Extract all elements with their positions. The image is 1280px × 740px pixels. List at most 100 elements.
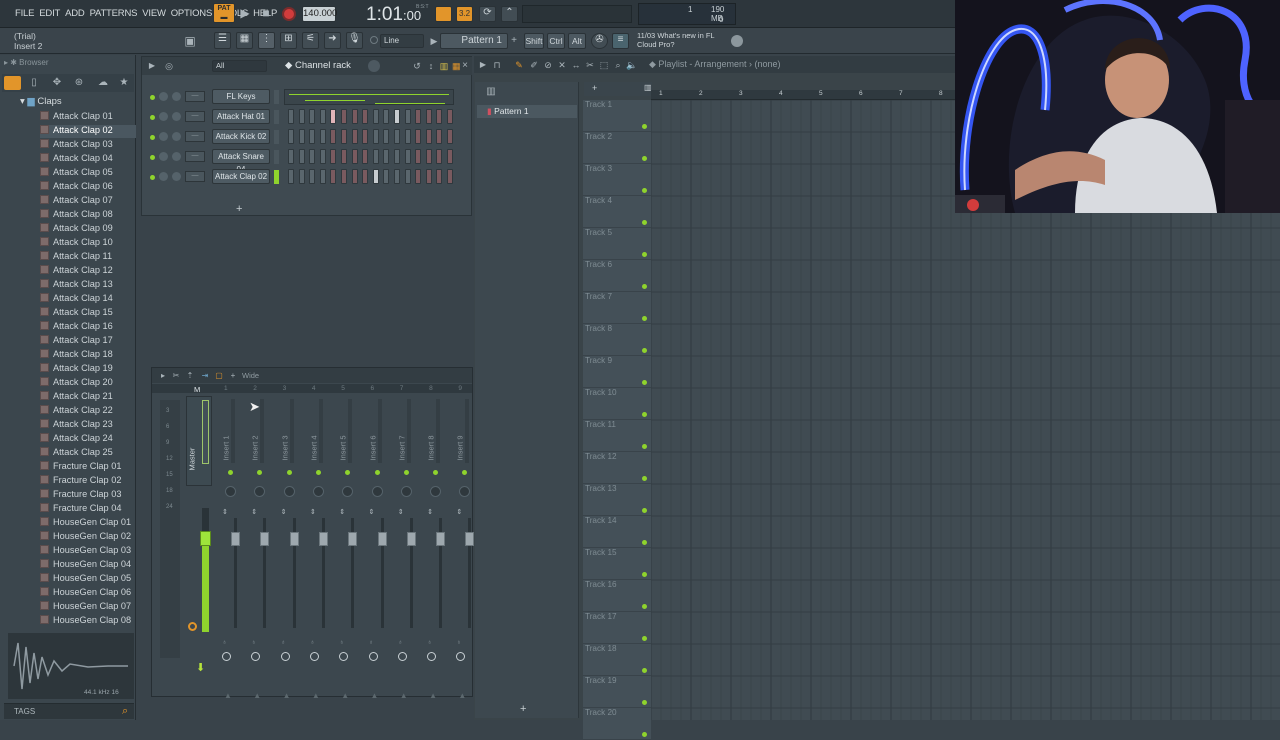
- step-button[interactable]: [309, 109, 316, 124]
- track-mute-led[interactable]: [642, 732, 647, 737]
- browser-item[interactable]: Fracture Clap 03: [40, 489, 136, 502]
- step-button[interactable]: [404, 169, 411, 184]
- insert-stereo-icon[interactable]: ⇕: [427, 508, 433, 516]
- insert-send-icon[interactable]: ♁: [251, 639, 256, 646]
- browser-item[interactable]: HouseGen Clap 07: [40, 601, 136, 614]
- piano-roll-icon[interactable]: ⋮: [258, 32, 275, 49]
- insert-send-icon[interactable]: ♁: [339, 639, 344, 646]
- track-header[interactable]: Track 3: [583, 164, 651, 196]
- mixer-insert-strip[interactable]: 4 Insert 4 ⇕ ♁ ▲: [306, 385, 334, 700]
- step-button[interactable]: [425, 149, 432, 164]
- pattern-song-toggle[interactable]: PAT ▬: [213, 3, 235, 23]
- playlist-pattern-select[interactable]: (none): [754, 59, 780, 69]
- menu-patterns[interactable]: PATTERNS: [90, 8, 138, 19]
- browser-item[interactable]: Attack Clap 19: [40, 363, 136, 376]
- channel-select-indicator[interactable]: [274, 170, 279, 184]
- browser-item[interactable]: Attack Clap 23: [40, 419, 136, 432]
- pattern-selector[interactable]: Pattern 1: [440, 33, 508, 49]
- track-header[interactable]: Track 9: [583, 356, 651, 388]
- step-button[interactable]: [404, 129, 411, 144]
- channel-volume-knob[interactable]: [172, 132, 181, 141]
- insert-fx-knob[interactable]: [280, 652, 290, 661]
- insert-send-icon[interactable]: ♁: [310, 639, 315, 646]
- insert-fx-knob[interactable]: [339, 652, 349, 661]
- track-header[interactable]: Track 4: [583, 196, 651, 228]
- magnet-icon[interactable]: ⊓: [492, 58, 502, 72]
- track-mute-led[interactable]: [642, 188, 647, 193]
- insert-fader-handle[interactable]: [231, 532, 240, 546]
- insert-route-arrow-icon[interactable]: ▲: [312, 691, 320, 700]
- insert-send-icon[interactable]: ♁: [427, 639, 432, 646]
- browser-item[interactable]: Attack Clap 13: [40, 279, 136, 292]
- playlist-icon[interactable]: ☰: [214, 32, 231, 49]
- step-button[interactable]: [394, 149, 400, 164]
- browser-item[interactable]: Attack Clap 24: [40, 433, 136, 446]
- step-button[interactable]: [351, 129, 358, 144]
- insert-stereo-icon[interactable]: ⇕: [456, 508, 462, 516]
- metronome-icon[interactable]: [435, 6, 452, 22]
- track-mute-led[interactable]: [642, 316, 647, 321]
- browser-item[interactable]: Attack Clap 04: [40, 153, 136, 166]
- channel-pan-knob[interactable]: [159, 112, 168, 121]
- step-button[interactable]: [415, 169, 422, 184]
- add-pattern-icon[interactable]: +: [510, 34, 518, 48]
- step-button[interactable]: [351, 109, 358, 124]
- track-header[interactable]: Track 20: [583, 708, 651, 740]
- track-mute-led[interactable]: [642, 636, 647, 641]
- menu-edit[interactable]: EDIT: [39, 8, 60, 19]
- step-button[interactable]: [404, 109, 411, 124]
- channel-mute-led[interactable]: [150, 95, 155, 100]
- step-button[interactable]: [425, 169, 432, 184]
- browser-item[interactable]: Attack Clap 15: [40, 307, 136, 320]
- step-button[interactable]: [425, 129, 432, 144]
- piano-roll-mode-icon[interactable]: ▦: [452, 59, 461, 73]
- add-track-button[interactable]: +: [520, 703, 526, 715]
- browser-item[interactable]: Attack Clap 02: [40, 125, 136, 138]
- draw-tool-icon[interactable]: ✎: [514, 58, 524, 72]
- track-mute-led[interactable]: [642, 252, 647, 257]
- insert-pan-knob[interactable]: [283, 486, 295, 497]
- track-header[interactable]: Track 8: [583, 324, 651, 356]
- insert-pan-knob[interactable]: [254, 486, 266, 497]
- step-edit-icon[interactable]: ⌃: [501, 6, 518, 22]
- account-icon[interactable]: [731, 35, 743, 47]
- browser-item[interactable]: Attack Clap 08: [40, 209, 136, 222]
- step-button[interactable]: [319, 149, 326, 164]
- step-button[interactable]: [319, 109, 326, 124]
- zoom-tool-icon[interactable]: ⌕: [613, 58, 623, 72]
- paint-tool-icon[interactable]: ✐: [529, 58, 539, 72]
- track-mute-led[interactable]: [642, 380, 647, 385]
- mixer-layout-icon[interactable]: ▢: [214, 369, 224, 383]
- insert-route-arrow-icon[interactable]: ▲: [400, 691, 408, 700]
- track-mute-led[interactable]: [642, 508, 647, 513]
- track-header[interactable]: Track 6: [583, 260, 651, 292]
- menu-file[interactable]: FILE: [15, 8, 34, 19]
- browser-item[interactable]: Attack Clap 14: [40, 293, 136, 306]
- mixer-insert-strip[interactable]: 5 Insert 5 ⇕ ♁ ▲: [335, 385, 363, 700]
- channel-volume-knob[interactable]: [172, 112, 181, 121]
- insert-send-icon[interactable]: ♁: [398, 639, 403, 646]
- mixer-insert-strip[interactable]: 6 Insert 6 ⇕ ♁ ▲: [365, 385, 393, 700]
- browser-item[interactable]: Attack Clap 12: [40, 265, 136, 278]
- mixer-insert-strip[interactable]: 2 Insert 2 ⇕ ♁ ▲: [247, 385, 275, 700]
- step-button[interactable]: [372, 149, 379, 164]
- master-pan-knob[interactable]: [188, 622, 197, 631]
- browser-item[interactable]: Attack Clap 17: [40, 335, 136, 348]
- step-button[interactable]: [447, 169, 453, 184]
- browser-item[interactable]: Attack Clap 10: [40, 237, 136, 250]
- step-button[interactable]: [436, 149, 443, 164]
- browser-item[interactable]: Fracture Clap 04: [40, 503, 136, 516]
- rack-menu-icon[interactable]: ▶: [147, 59, 157, 73]
- insert-send-icon[interactable]: ♁: [369, 639, 374, 646]
- add-channel-button[interactable]: +: [236, 203, 242, 215]
- search-icon[interactable]: ⌕: [122, 705, 128, 718]
- plugin-icon[interactable]: ✥: [51, 76, 63, 90]
- channel-name-button[interactable]: FL Keys: [212, 89, 270, 104]
- play-icon[interactable]: ▶: [238, 6, 252, 20]
- step-button[interactable]: [436, 169, 443, 184]
- mixer-tools-icon[interactable]: ✂: [171, 369, 181, 383]
- pattern-item[interactable]: ▮ Pattern 1: [477, 105, 577, 118]
- step-button[interactable]: [415, 109, 422, 124]
- browser-item[interactable]: Attack Clap 20: [40, 377, 136, 390]
- step-button[interactable]: [298, 109, 305, 124]
